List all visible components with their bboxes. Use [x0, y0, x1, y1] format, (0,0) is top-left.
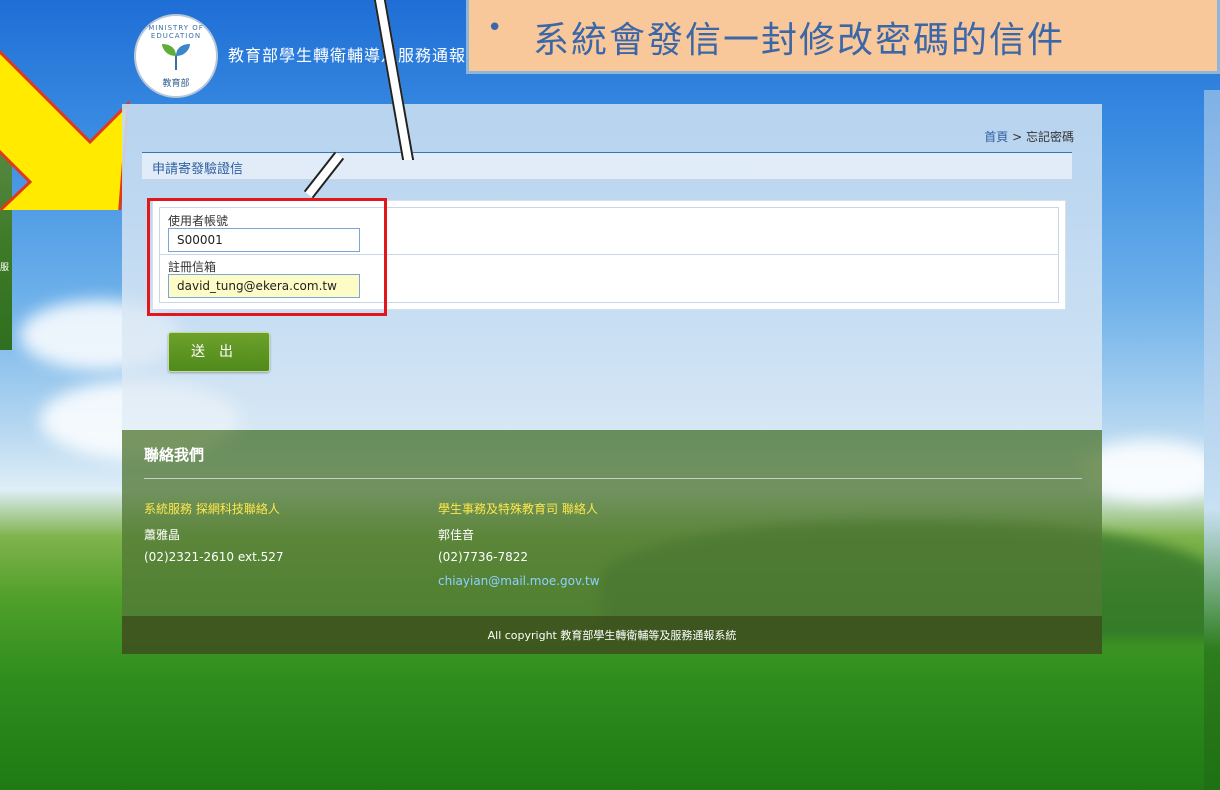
contact2-title: 學生事務及特殊教育司 聯絡人 [438, 502, 598, 516]
breadcrumb-home-link[interactable]: 首頁 [984, 130, 1008, 144]
section-header: 申請寄發驗證信 [142, 152, 1072, 180]
copyright-bar: All copyright 教育部學生轉衛輔等及服務通報系統 [122, 616, 1102, 654]
callout-bullet: • [487, 13, 503, 43]
background-edge [1204, 90, 1220, 790]
breadcrumb-current: 忘記密碼 [1025, 130, 1074, 144]
main-panel: 首頁 > 忘記密碼 申請寄發驗證信 使用者帳號 註冊信箱 送出 [122, 104, 1102, 430]
breadcrumb: 首頁 > 忘記密碼 [984, 128, 1074, 145]
highlight-annotation [147, 198, 387, 316]
site-title: 教育部學生轉衛輔導及服務通報系統 [228, 46, 501, 65]
contact1-phone: (02)2321-2610 ext.527 [144, 550, 284, 564]
contact-footer: 聯絡我們 系統服務 探網科技聯絡人 蕭雅晶 (02)2321-2610 ext.… [122, 430, 1102, 616]
footer-heading: 聯絡我們 [144, 446, 205, 464]
contact2-email-link[interactable]: chiayian@mail.moe.gov.tw [438, 574, 600, 588]
contact2-name: 郭佳音 [438, 528, 475, 542]
contact1-title: 系統服務 探網科技聯絡人 [144, 502, 280, 516]
breadcrumb-separator: > [1008, 130, 1026, 144]
section-title: 申請寄發驗證信 [152, 162, 244, 177]
copyright-text: All copyright 教育部學生轉衛輔等及服務通報系統 [487, 629, 737, 642]
contact1-name: 蕭雅晶 [144, 528, 181, 542]
contact2-phone: (02)7736-7822 [438, 550, 529, 564]
callout-box: • 系統會發信一封修改密碼的信件 [466, 0, 1220, 74]
callout-text: 系統會發信一封修改密碼的信件 [533, 20, 1066, 61]
submit-button[interactable]: 送出 [168, 332, 270, 372]
footer-divider [144, 478, 1082, 479]
logo-ring-text: MINISTRY OF EDUCATION [148, 24, 204, 40]
